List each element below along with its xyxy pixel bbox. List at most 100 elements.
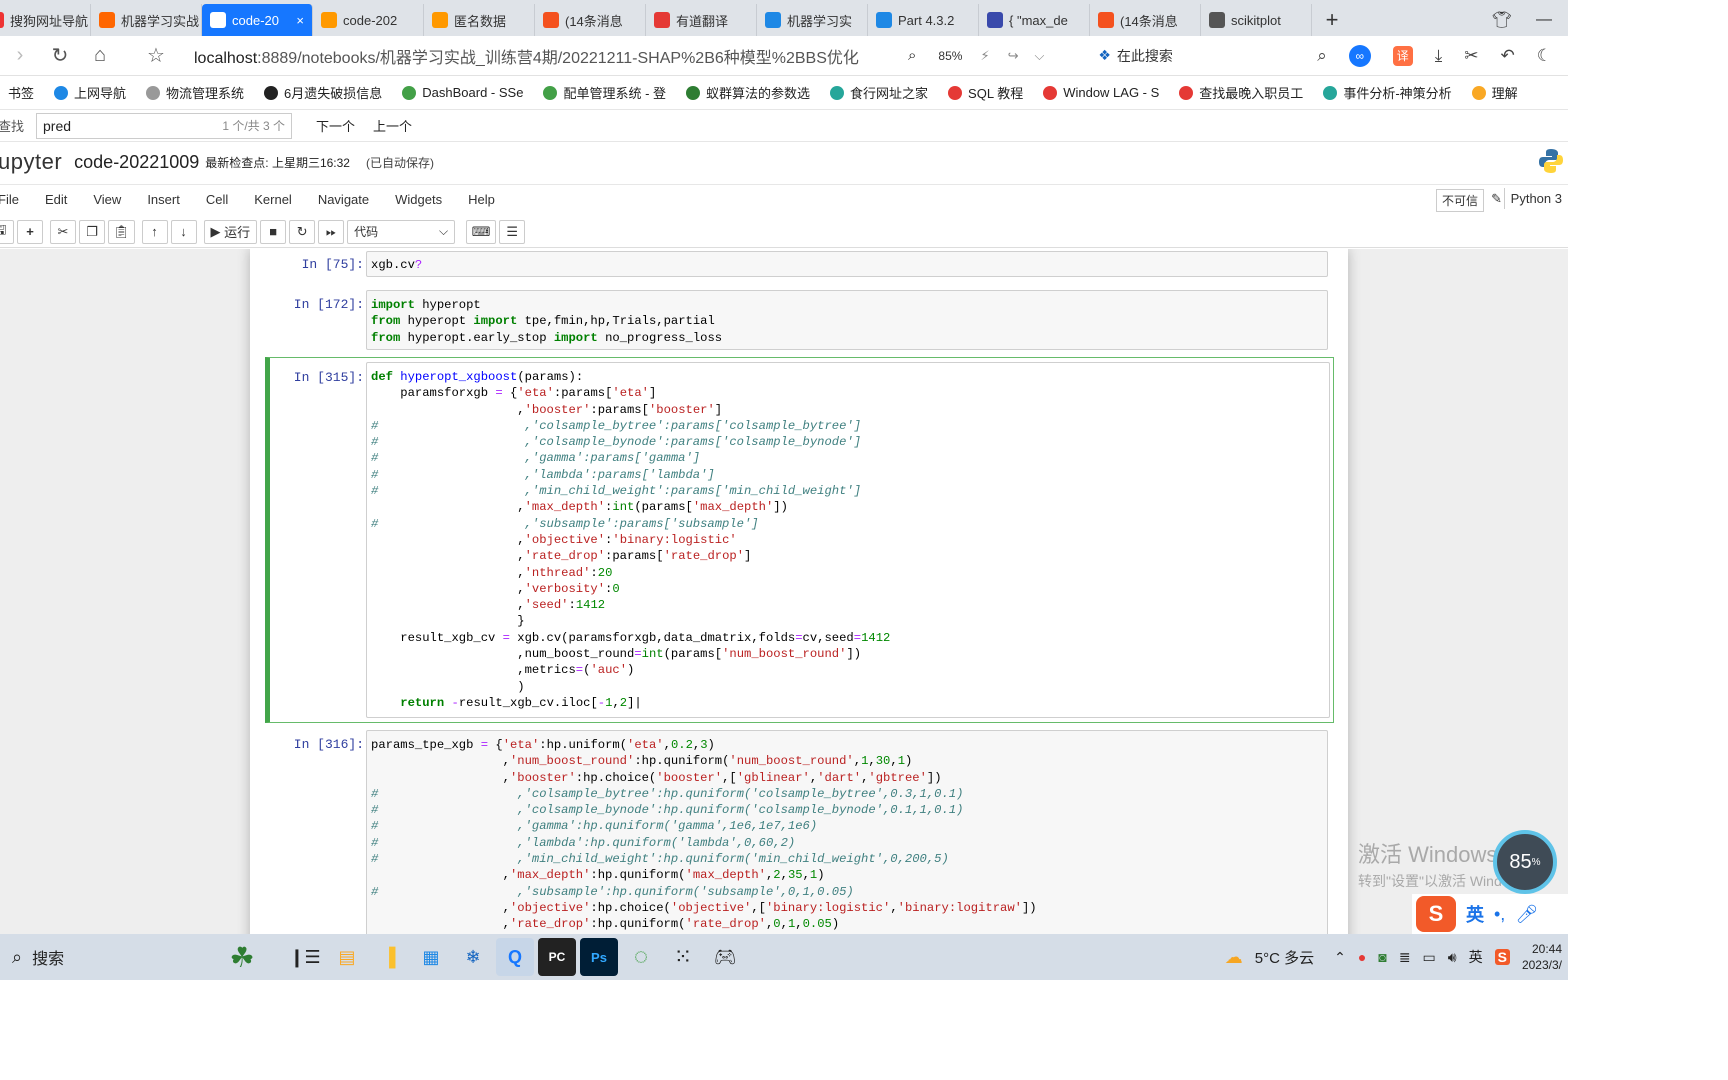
lightning-icon[interactable]: ⚡︎ [980,48,989,64]
find-next-button[interactable]: 下一个 [316,116,355,135]
browser-tab[interactable]: Part 4.3.2 [868,4,979,36]
bookmark-item[interactable]: 6月遗失破损信息 [264,83,382,102]
extension-icon[interactable]: ∞ [1348,44,1371,67]
browser-tab[interactable]: 机器学习实战 [91,4,202,36]
ime-toolbar[interactable]: S 英 •, 🎤︎ [1412,894,1568,934]
add-cell-icon[interactable]: + [17,219,43,244]
menu-item[interactable]: Edit [45,192,67,207]
code-cell-selected[interactable]: In [315]: def hyperopt_xgboost(params): … [265,357,1334,723]
red-dot-icon[interactable]: ● [1358,949,1366,965]
bookmark-item[interactable]: 书签 [8,83,34,102]
chevron-down-icon[interactable]: ⌵ [1034,48,1044,64]
microphone-icon[interactable]: 🎤︎ [1515,904,1538,925]
clock[interactable]: 20:44 2023/3/ [1522,941,1562,973]
menu-item[interactable]: Cell [206,192,228,207]
punctuation-icon[interactable]: •, [1494,904,1505,925]
fast-forward-icon[interactable]: ⏩︎ [318,219,345,244]
pycharm-icon[interactable]: PC [538,938,576,976]
browser-tab[interactable]: 搜狗网址导航 [0,4,91,36]
green-ring-app-icon[interactable]: ◌ [622,938,660,976]
search-icon[interactable]: ⌕ [1317,46,1327,66]
speed-ball-widget[interactable]: 85% [1493,830,1557,894]
wifi-icon[interactable]: ≣ [1399,949,1411,966]
menu-item[interactable]: File [0,192,19,207]
task-view-icon[interactable]: ❙☰ [286,938,324,976]
reload-icon[interactable]: ↻ [40,43,80,68]
forward-icon[interactable]: › [0,44,40,67]
menu-item[interactable]: Help [468,192,495,207]
pencil-icon[interactable]: ✎ [1491,191,1502,207]
kernel-indicator[interactable]: Python 3 [1503,188,1568,209]
chevron-up-icon[interactable]: ⌃ [1334,949,1346,966]
browser-tab[interactable]: code-202 [313,4,424,36]
cut-icon[interactable]: ✂ [50,219,76,244]
find-prev-button[interactable]: 上一个 [373,116,412,135]
download-icon[interactable]: ⤓ [1435,46,1443,66]
stop-icon[interactable]: ■ [260,219,287,244]
sogou-tray-icon[interactable]: S [1494,949,1510,965]
file-explorer-icon[interactable]: ▤ [328,938,366,976]
paste-icon[interactable]: 📋︎ [108,219,135,244]
copy-icon[interactable]: ❐ [79,219,105,244]
code-cell[interactable]: In [172]: import hyperopt from hyperopt … [264,289,1334,351]
browser-tab[interactable]: 机器学习实 [757,4,868,36]
menu-item[interactable]: Kernel [254,192,292,207]
browser-tab[interactable]: 有道翻译 [646,4,757,36]
star-icon[interactable]: ☆ [136,43,176,68]
dots-app-icon[interactable]: ⁙ [664,938,702,976]
volume-icon[interactable]: 🔊︎ [1448,949,1457,966]
keyboard-icon[interactable]: ⌨ [466,219,497,244]
move-down-icon[interactable]: ↓ [170,219,197,244]
browser-tab[interactable]: (14条消息 [535,4,646,36]
menu-item[interactable]: Navigate [318,192,369,207]
weather-text[interactable]: 5°C 多云 [1255,947,1314,968]
close-tab-icon[interactable]: × [292,13,304,28]
zoom-icon[interactable]: ⌕ [908,47,916,64]
game-controller-icon[interactable]: 🎮︎ [706,938,744,976]
bookmark-item[interactable]: Window LAG - S [1043,85,1159,100]
menu-item[interactable]: Widgets [395,192,442,207]
run-button[interactable]: ▶ 运行 [203,219,258,244]
bookmark-item[interactable]: 事件分析-神策分析 [1323,83,1452,102]
save-icon[interactable]: 🖫︎ [0,219,14,244]
bookmark-item[interactable]: 查找最晚入职员工 [1179,83,1303,102]
bookmark-item[interactable]: 物流管理系统 [146,83,244,102]
bookmark-item[interactable]: 食行网址之家 [830,83,928,102]
home-icon[interactable]: ⌂ [80,44,120,67]
code-cell[interactable]: In [316]: params_tpe_xgb = {'eta':hp.uni… [264,729,1334,934]
browser-tab[interactable]: { "max_de [979,4,1090,36]
cell-input[interactable]: params_tpe_xgb = {'eta':hp.uniform('eta'… [366,730,1328,934]
command-palette-icon[interactable]: ☰ [499,219,526,244]
bookmark-item[interactable]: DashBoard - SSe [402,85,523,100]
menu-item[interactable]: View [93,192,121,207]
snowflake-app-icon[interactable]: ❄ [454,938,492,976]
store-icon[interactable]: ▦ [412,938,450,976]
browser-tab[interactable]: (14条消息 [1090,4,1201,36]
restart-icon[interactable]: ↻ [289,219,316,244]
browser-tab[interactable]: 匿名数据 [424,4,535,36]
bookmark-item[interactable]: 理解 [1471,83,1518,102]
browser-tab[interactable]: code-20 × [202,4,313,36]
share-icon[interactable]: ↪ [1008,48,1019,64]
scissors-icon[interactable]: ✂ [1464,46,1478,66]
cell-input[interactable]: def hyperopt_xgboost(params): paramsforx… [366,362,1330,718]
bookmark-item[interactable]: 上网导航 [54,83,126,102]
find-input[interactable]: pred 1 个/共 3 个 [36,112,293,139]
input-language[interactable]: 英 [1469,947,1483,967]
sogou-ime-icon[interactable]: S [1416,896,1456,932]
cell-input[interactable]: xgb.cv? [366,251,1328,277]
shirt-icon[interactable]: 👕︎ [1492,10,1512,30]
browser-app-icon[interactable]: Q [496,938,534,976]
wechat-icon[interactable]: ◙ [1378,949,1386,965]
ime-language[interactable]: 英 [1466,901,1484,927]
moon-icon[interactable]: ☾ [1537,46,1552,66]
move-up-icon[interactable]: ↑ [141,219,168,244]
charts-app-icon[interactable]: ▐ [370,938,408,976]
translate-icon[interactable]: 译 [1392,45,1413,66]
new-tab-button[interactable]: + [1312,4,1352,36]
zoom-level[interactable]: 85% [938,49,962,63]
photoshop-icon[interactable]: Ps [580,938,618,976]
bookmark-item[interactable]: 配单管理系统 - 登 [543,83,666,102]
menu-item[interactable]: Insert [147,192,180,207]
cell-type-select[interactable]: 代码 ⌵ [347,219,456,244]
